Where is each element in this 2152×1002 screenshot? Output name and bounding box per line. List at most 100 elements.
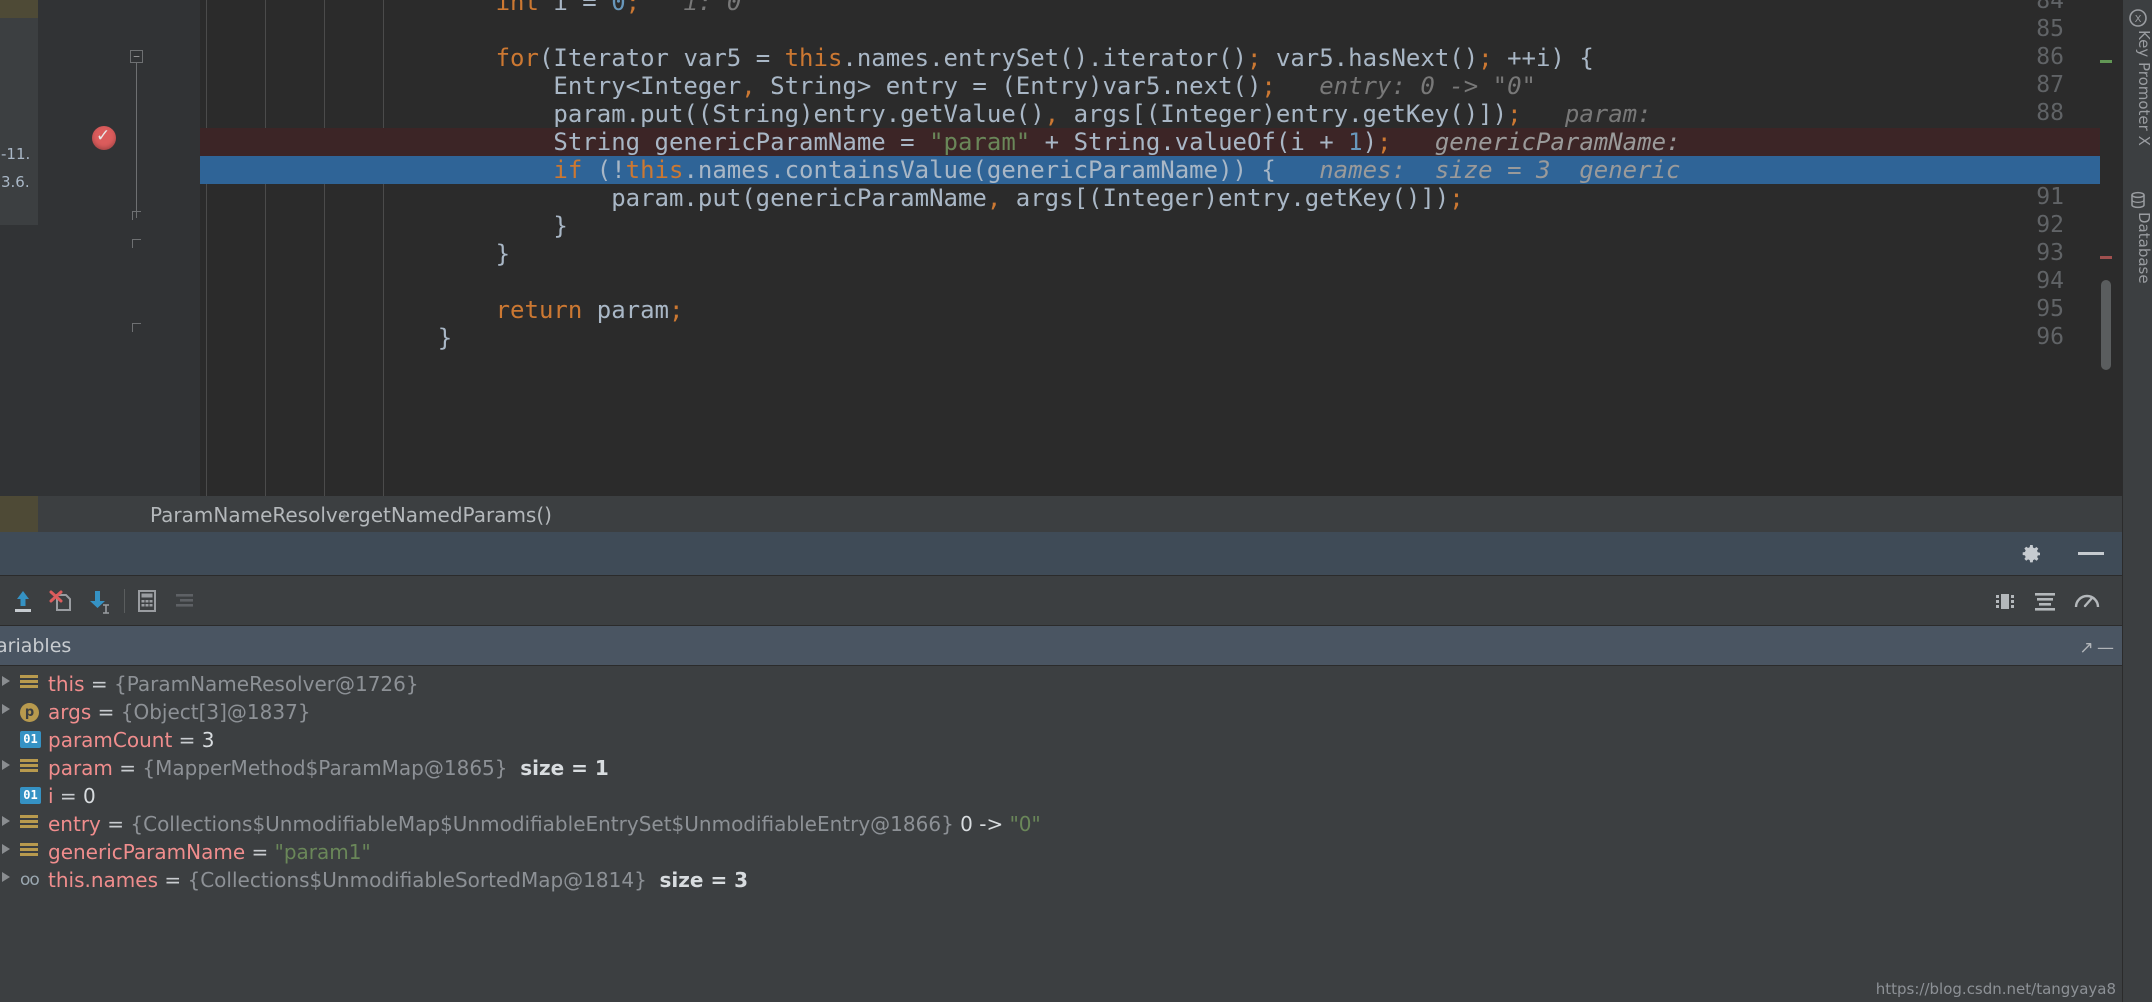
database-icon[interactable] [2128, 190, 2148, 210]
left-rail-accent [0, 0, 38, 18]
breadcrumb-bar: ParamNameResolver › getNamedParams() [0, 496, 2152, 532]
expand-arrow-icon[interactable] [2, 844, 10, 854]
variables-tab-strip[interactable]: ariables ↗ — [0, 626, 2152, 666]
sidebar-item-database[interactable]: Database [2123, 212, 2152, 322]
field-icon: oo [20, 870, 40, 890]
arrow-down-right-icon[interactable] [84, 587, 114, 615]
code-line-91[interactable]: param.put(genericParamName, args[(Intege… [200, 184, 2100, 212]
code-line-87[interactable]: Entry<Integer, String> entry = (Entry)va… [200, 72, 2100, 100]
equals-sign: = [164, 868, 182, 892]
code-token: i: 0 [683, 0, 742, 16]
code-token: args[(Integer)entry.getKey()]) [1001, 184, 1450, 212]
code-line-96[interactable]: } [200, 324, 2100, 352]
fold-region-end-icon[interactable] [132, 239, 141, 248]
variable-value: "param1" [274, 840, 371, 864]
variable-value: {Collections$UnmodifiableSortedMap@1814} [187, 868, 647, 892]
variable-row-param[interactable]: param = {MapperMethod$ParamMap@1865} siz… [0, 754, 2122, 782]
code-line-92[interactable]: } [200, 212, 2100, 240]
equals-sign: = [90, 672, 108, 696]
breadcrumb-class[interactable]: ParamNameResolver [150, 503, 358, 527]
variable-row-entry[interactable]: entry = {Collections$UnmodifiableMap$Unm… [0, 810, 2122, 838]
code-token: , [741, 72, 756, 100]
arrow-up-icon[interactable] [8, 587, 38, 615]
breadcrumb-method[interactable]: getNamedParams() [358, 503, 552, 527]
expand-panel-icon[interactable]: ↗ — [2079, 638, 2114, 658]
variable-row-args[interactable]: p args = {Object[3]@1837} [0, 698, 2122, 726]
code-line-89-breakpoint[interactable]: String genericParamName = "param" + Stri… [200, 128, 2100, 156]
code-token: (Iterator var5 = [538, 44, 785, 72]
equals-sign: = [107, 812, 125, 836]
expand-arrow-icon[interactable] [2, 816, 10, 826]
expand-arrow-icon[interactable] [2, 760, 10, 770]
code-line-90-current-execution[interactable]: if (!this.names.containsValue(genericPar… [200, 156, 2100, 184]
code-token: Entry<Integer [553, 72, 742, 100]
expand-arrow-icon[interactable] [2, 872, 10, 882]
code-token: param [582, 296, 669, 324]
calculator-icon[interactable] [132, 587, 162, 615]
code-line-86[interactable]: for(Iterator var5 = this.names.entrySet(… [200, 44, 2100, 72]
gauge-icon[interactable] [2072, 587, 2102, 615]
code-token: ; [1261, 72, 1276, 100]
fold-collapse-icon[interactable]: − [130, 50, 143, 63]
variable-name: this [48, 672, 85, 696]
code-editor[interactable]: -11. 3.6. 84 85 86 87 88 89 90 91 92 93 … [0, 0, 2152, 496]
code-token: 1 [1348, 128, 1363, 156]
code-token: (! [582, 156, 626, 184]
code-line-88[interactable]: param.put((String)entry.getValue(), args… [200, 100, 2100, 128]
equals-sign: = [251, 840, 269, 864]
breadcrumb-accent [0, 496, 38, 532]
breakpoint-mute-icon[interactable] [46, 587, 76, 615]
variable-row-i[interactable]: 01 i = 0 [0, 782, 2122, 810]
editor-gutter[interactable] [38, 0, 200, 496]
list-lines-icon[interactable] [170, 587, 200, 615]
scrollbar-marker-red[interactable] [2100, 256, 2112, 259]
tab-variables[interactable]: ariables [0, 635, 71, 657]
code-line-84[interactable]: int i = 0; i: 0 [200, 0, 2100, 16]
variable-mapping-value: "0" [1009, 812, 1041, 836]
expand-arrow-icon[interactable] [2, 676, 10, 686]
layout-icon[interactable] [1990, 587, 2020, 615]
code-token: names: size = 3 generic [1275, 156, 1681, 184]
object-icon [20, 675, 40, 694]
filter-icon[interactable] [2030, 587, 2060, 615]
editor-scrollbar-thumb[interactable] [2101, 280, 2111, 370]
minimize-icon[interactable] [2078, 552, 2104, 555]
fold-region-end-icon[interactable] [132, 211, 141, 220]
code-line-93[interactable]: } [200, 240, 2100, 268]
variable-row-this[interactable]: this = {ParamNameResolver@1726} [0, 670, 2122, 698]
equals-sign: = [97, 700, 115, 724]
variable-text: args = {Object[3]@1837} [48, 698, 311, 726]
debug-toolbar [0, 576, 2152, 626]
vcs-annotation-line-1: -11. [1, 145, 31, 163]
breakpoint-icon[interactable]: ✓ [92, 126, 116, 150]
fold-region-line [136, 63, 137, 218]
editor-scrollbar[interactable] [2100, 0, 2112, 496]
code-token: ; [1478, 44, 1493, 72]
equals-sign: = [59, 784, 77, 808]
variables-list[interactable]: this = {ParamNameResolver@1726} p args =… [0, 666, 2152, 1002]
key-promoter-icon[interactable]: X [2128, 8, 2148, 28]
variable-row-this-names[interactable]: oo this.names = {Collections$Unmodifiabl… [0, 866, 2122, 894]
variable-text: genericParamName = "param1" [48, 838, 371, 866]
svg-text:X: X [2135, 14, 2142, 25]
debug-panel-header [0, 532, 2152, 576]
code-token: ; [669, 296, 684, 324]
fold-region-end-icon[interactable] [132, 323, 141, 332]
object-icon [20, 843, 40, 862]
code-lines[interactable]: int i = 0; i: 0 for(Iterator var5 = this… [200, 0, 2100, 496]
variable-row-genericParamName[interactable]: genericParamName = "param1" [0, 838, 2122, 866]
code-line-85[interactable] [200, 16, 2100, 44]
scrollbar-marker-green[interactable] [2100, 60, 2112, 63]
sidebar-item-key-promoter-x[interactable]: Key Promoter X [2123, 30, 2152, 180]
variable-size: size = 1 [520, 756, 609, 780]
code-line-95[interactable]: return param; [200, 296, 2100, 324]
variable-row-paramCount[interactable]: 01 paramCount = 3 [0, 726, 2122, 754]
code-token: i = [538, 0, 612, 16]
primitive-icon: 01 [20, 731, 41, 748]
code-line-94[interactable] [200, 268, 2100, 296]
expand-arrow-icon[interactable] [2, 704, 10, 714]
equals-sign: = [178, 728, 196, 752]
variable-name: args [48, 700, 92, 724]
gear-icon[interactable] [2020, 542, 2044, 566]
code-token: } [495, 240, 511, 268]
